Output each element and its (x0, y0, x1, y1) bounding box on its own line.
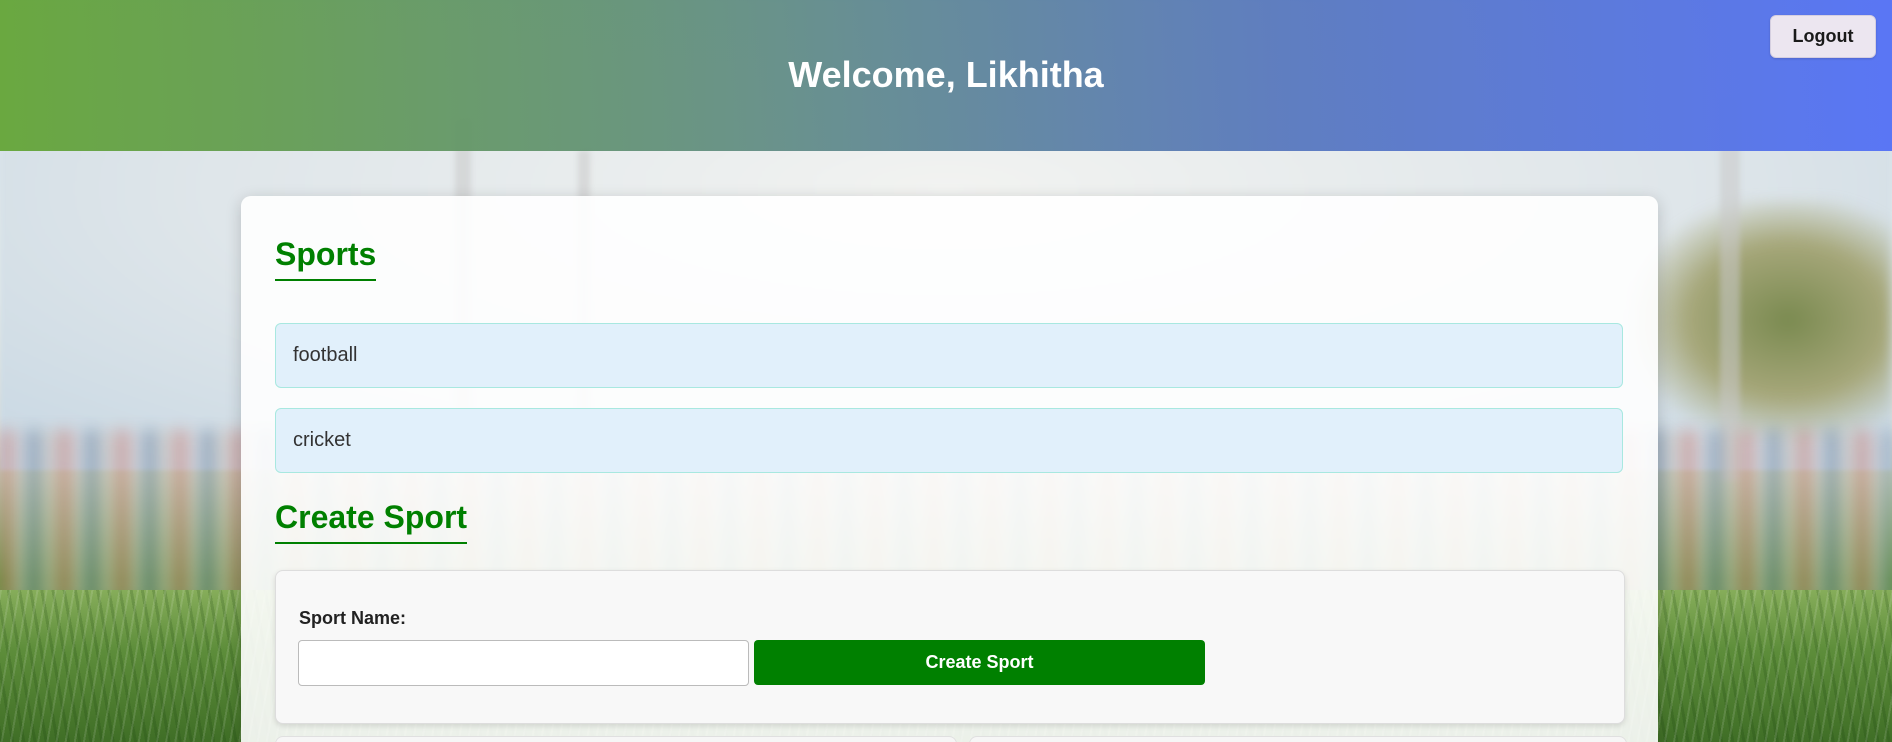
sport-name-label: Sport Name: (299, 608, 407, 628)
app-header: Welcome, Likhitha Logout (0, 0, 1892, 151)
main-panel: Sports football cricket Create Sport Spo… (241, 196, 1658, 742)
logout-button[interactable]: Logout (1770, 15, 1876, 58)
card-peek-left (275, 736, 957, 742)
create-sport-form: Sport Name: Create Sport (275, 570, 1625, 724)
welcome-title: Welcome, Likhitha (788, 53, 1104, 95)
create-sport-heading: Create Sport (275, 499, 468, 544)
sport-list-item[interactable]: football (275, 323, 1623, 388)
sport-list-item[interactable]: cricket (275, 408, 1623, 473)
create-sport-button[interactable]: Create Sport (754, 640, 1205, 685)
sports-heading: Sports (275, 236, 377, 281)
sport-name-input[interactable] (298, 640, 749, 686)
sport-item-label: cricket (293, 429, 351, 451)
card-peek-right (969, 736, 1627, 742)
sport-item-label: football (293, 344, 358, 366)
